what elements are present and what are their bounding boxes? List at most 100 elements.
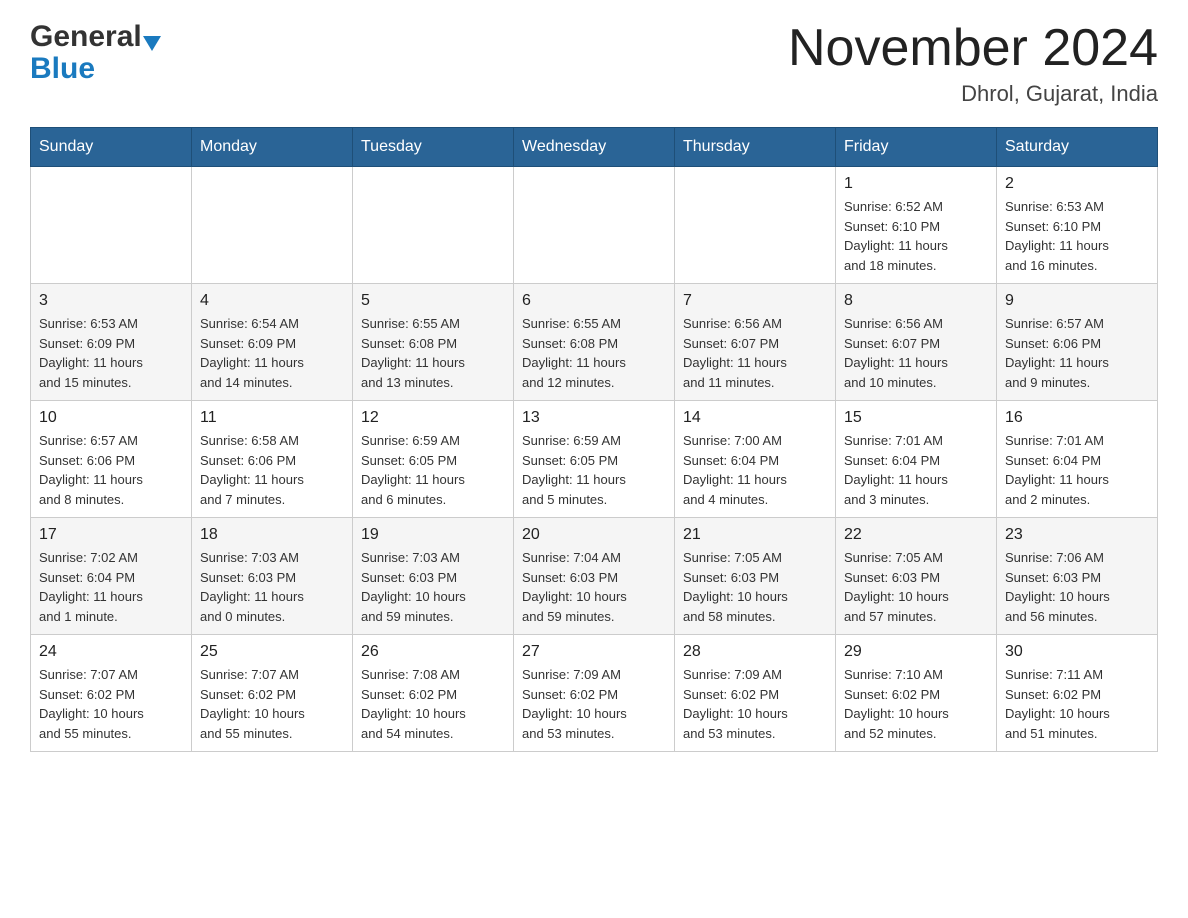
day-info: Sunrise: 7:03 AM Sunset: 6:03 PM Dayligh… [361, 548, 505, 626]
day-info: Sunrise: 6:58 AM Sunset: 6:06 PM Dayligh… [200, 431, 344, 509]
calendar-day-cell: 3Sunrise: 6:53 AM Sunset: 6:09 PM Daylig… [31, 284, 192, 401]
calendar-day-cell: 14Sunrise: 7:00 AM Sunset: 6:04 PM Dayli… [675, 401, 836, 518]
day-info: Sunrise: 6:53 AM Sunset: 6:10 PM Dayligh… [1005, 197, 1149, 275]
day-number: 15 [844, 409, 988, 427]
calendar-day-cell: 18Sunrise: 7:03 AM Sunset: 6:03 PM Dayli… [192, 518, 353, 635]
day-info: Sunrise: 7:09 AM Sunset: 6:02 PM Dayligh… [522, 665, 666, 743]
calendar-day-cell: 1 Sunrise: 6:52 AM Sunset: 6:10 PM Daylig… [836, 167, 997, 284]
day-number: 25 [200, 643, 344, 661]
day-info: Sunrise: 7:06 AM Sunset: 6:03 PM Dayligh… [1005, 548, 1149, 626]
weekday-header-friday: Friday [836, 128, 997, 167]
day-info: Sunrise: 7:10 AM Sunset: 6:02 PM Dayligh… [844, 665, 988, 743]
calendar-day-cell: 25 Sunrise: 7:07 AM Sunset: 6:02 PM Dayli… [192, 635, 353, 752]
logo-triangle-icon [143, 36, 161, 51]
calendar-day-cell: 15 Sunrise: 7:01 AM Sunset: 6:04 PM Dayli… [836, 401, 997, 518]
day-number: 17 [39, 526, 183, 544]
calendar-week-row: 1 Sunrise: 6:52 AM Sunset: 6:10 PM Daylig… [31, 167, 1158, 284]
day-info: Sunrise: 7:07 AM Sunset: 6:02 PM Dayligh… [39, 665, 183, 743]
day-info: Sunrise: 6:59 AM Sunset: 6:05 PM Dayligh… [361, 431, 505, 509]
logo-general-text: General [30, 20, 142, 54]
day-info: Sunrise: 6:55 AM Sunset: 6:08 PM Dayligh… [361, 314, 505, 392]
weekday-header-saturday: Saturday [997, 128, 1158, 167]
calendar-day-cell [353, 167, 514, 284]
day-info: Sunrise: 6:56 AM Sunset: 6:07 PM Dayligh… [683, 314, 827, 392]
calendar-day-cell [192, 167, 353, 284]
day-info: Sunrise: 6:56 AM Sunset: 6:07 PM Dayligh… [844, 314, 988, 392]
day-number: 1 [844, 175, 988, 193]
calendar-week-row: 10Sunrise: 6:57 AM Sunset: 6:06 PM Dayli… [31, 401, 1158, 518]
day-info: Sunrise: 7:05 AM Sunset: 6:03 PM Dayligh… [683, 548, 827, 626]
weekday-header-row: SundayMondayTuesdayWednesdayThursdayFrid… [31, 128, 1158, 167]
day-number: 2 [1005, 175, 1149, 193]
calendar-day-cell: 27Sunrise: 7:09 AM Sunset: 6:02 PM Dayli… [514, 635, 675, 752]
day-info: Sunrise: 7:02 AM Sunset: 6:04 PM Dayligh… [39, 548, 183, 626]
day-info: Sunrise: 6:57 AM Sunset: 6:06 PM Dayligh… [39, 431, 183, 509]
day-number: 30 [1005, 643, 1149, 661]
weekday-header-wednesday: Wednesday [514, 128, 675, 167]
day-number: 3 [39, 292, 183, 310]
weekday-header-monday: Monday [192, 128, 353, 167]
day-number: 4 [200, 292, 344, 310]
day-number: 29 [844, 643, 988, 661]
day-number: 28 [683, 643, 827, 661]
calendar-week-row: 17 Sunrise: 7:02 AM Sunset: 6:04 PM Dayli… [31, 518, 1158, 635]
day-number: 26 [361, 643, 505, 661]
calendar-day-cell [675, 167, 836, 284]
calendar-day-cell: 23 Sunrise: 7:06 AM Sunset: 6:03 PM Dayli… [997, 518, 1158, 635]
calendar-day-cell: 12Sunrise: 6:59 AM Sunset: 6:05 PM Dayli… [353, 401, 514, 518]
calendar-day-cell: 11 Sunrise: 6:58 AM Sunset: 6:06 PM Dayli… [192, 401, 353, 518]
day-info: Sunrise: 7:03 AM Sunset: 6:03 PM Dayligh… [200, 548, 344, 626]
day-info: Sunrise: 6:52 AM Sunset: 6:10 PM Dayligh… [844, 197, 988, 275]
calendar-day-cell: 22 Sunrise: 7:05 AM Sunset: 6:03 PM Dayli… [836, 518, 997, 635]
day-info: Sunrise: 6:57 AM Sunset: 6:06 PM Dayligh… [1005, 314, 1149, 392]
calendar-week-row: 3Sunrise: 6:53 AM Sunset: 6:09 PM Daylig… [31, 284, 1158, 401]
calendar-day-cell: 4 Sunrise: 6:54 AM Sunset: 6:09 PM Daylig… [192, 284, 353, 401]
logo-blue-text: Blue [30, 52, 95, 86]
title-area: November 2024 Dhrol, Gujarat, India [788, 20, 1158, 107]
day-info: Sunrise: 6:54 AM Sunset: 6:09 PM Dayligh… [200, 314, 344, 392]
day-number: 23 [1005, 526, 1149, 544]
day-number: 14 [683, 409, 827, 427]
day-number: 9 [1005, 292, 1149, 310]
day-number: 16 [1005, 409, 1149, 427]
calendar-title: November 2024 [788, 20, 1158, 77]
day-number: 21 [683, 526, 827, 544]
calendar-day-cell: 30Sunrise: 7:11 AM Sunset: 6:02 PM Dayli… [997, 635, 1158, 752]
calendar-day-cell: 13Sunrise: 6:59 AM Sunset: 6:05 PM Dayli… [514, 401, 675, 518]
day-number: 20 [522, 526, 666, 544]
calendar-day-cell: 19 Sunrise: 7:03 AM Sunset: 6:03 PM Dayli… [353, 518, 514, 635]
calendar-week-row: 24 Sunrise: 7:07 AM Sunset: 6:02 PM Dayli… [31, 635, 1158, 752]
calendar-day-cell [514, 167, 675, 284]
day-info: Sunrise: 7:01 AM Sunset: 6:04 PM Dayligh… [844, 431, 988, 509]
calendar-day-cell: 6Sunrise: 6:55 AM Sunset: 6:08 PM Daylig… [514, 284, 675, 401]
day-info: Sunrise: 7:08 AM Sunset: 6:02 PM Dayligh… [361, 665, 505, 743]
calendar-day-cell: 8Sunrise: 6:56 AM Sunset: 6:07 PM Daylig… [836, 284, 997, 401]
calendar-day-cell: 9 Sunrise: 6:57 AM Sunset: 6:06 PM Daylig… [997, 284, 1158, 401]
weekday-header-thursday: Thursday [675, 128, 836, 167]
calendar-subtitle: Dhrol, Gujarat, India [788, 81, 1158, 107]
day-number: 22 [844, 526, 988, 544]
day-info: Sunrise: 7:09 AM Sunset: 6:02 PM Dayligh… [683, 665, 827, 743]
day-number: 19 [361, 526, 505, 544]
calendar-day-cell: 21 Sunrise: 7:05 AM Sunset: 6:03 PM Dayli… [675, 518, 836, 635]
calendar-day-cell: 24 Sunrise: 7:07 AM Sunset: 6:02 PM Dayli… [31, 635, 192, 752]
day-number: 13 [522, 409, 666, 427]
day-number: 6 [522, 292, 666, 310]
calendar-day-cell: 2 Sunrise: 6:53 AM Sunset: 6:10 PM Daylig… [997, 167, 1158, 284]
day-number: 5 [361, 292, 505, 310]
calendar-day-cell: 29 Sunrise: 7:10 AM Sunset: 6:02 PM Dayli… [836, 635, 997, 752]
day-info: Sunrise: 7:05 AM Sunset: 6:03 PM Dayligh… [844, 548, 988, 626]
calendar-day-cell: 10Sunrise: 6:57 AM Sunset: 6:06 PM Dayli… [31, 401, 192, 518]
calendar-table: SundayMondayTuesdayWednesdayThursdayFrid… [30, 127, 1158, 752]
calendar-day-cell: 7 Sunrise: 6:56 AM Sunset: 6:07 PM Daylig… [675, 284, 836, 401]
calendar-day-cell [31, 167, 192, 284]
day-info: Sunrise: 7:04 AM Sunset: 6:03 PM Dayligh… [522, 548, 666, 626]
weekday-header-tuesday: Tuesday [353, 128, 514, 167]
day-number: 24 [39, 643, 183, 661]
day-number: 11 [200, 409, 344, 427]
logo: General Blue [30, 20, 161, 86]
calendar-day-cell: 28 Sunrise: 7:09 AM Sunset: 6:02 PM Dayli… [675, 635, 836, 752]
day-info: Sunrise: 7:07 AM Sunset: 6:02 PM Dayligh… [200, 665, 344, 743]
day-number: 7 [683, 292, 827, 310]
calendar-day-cell: 5 Sunrise: 6:55 AM Sunset: 6:08 PM Daylig… [353, 284, 514, 401]
